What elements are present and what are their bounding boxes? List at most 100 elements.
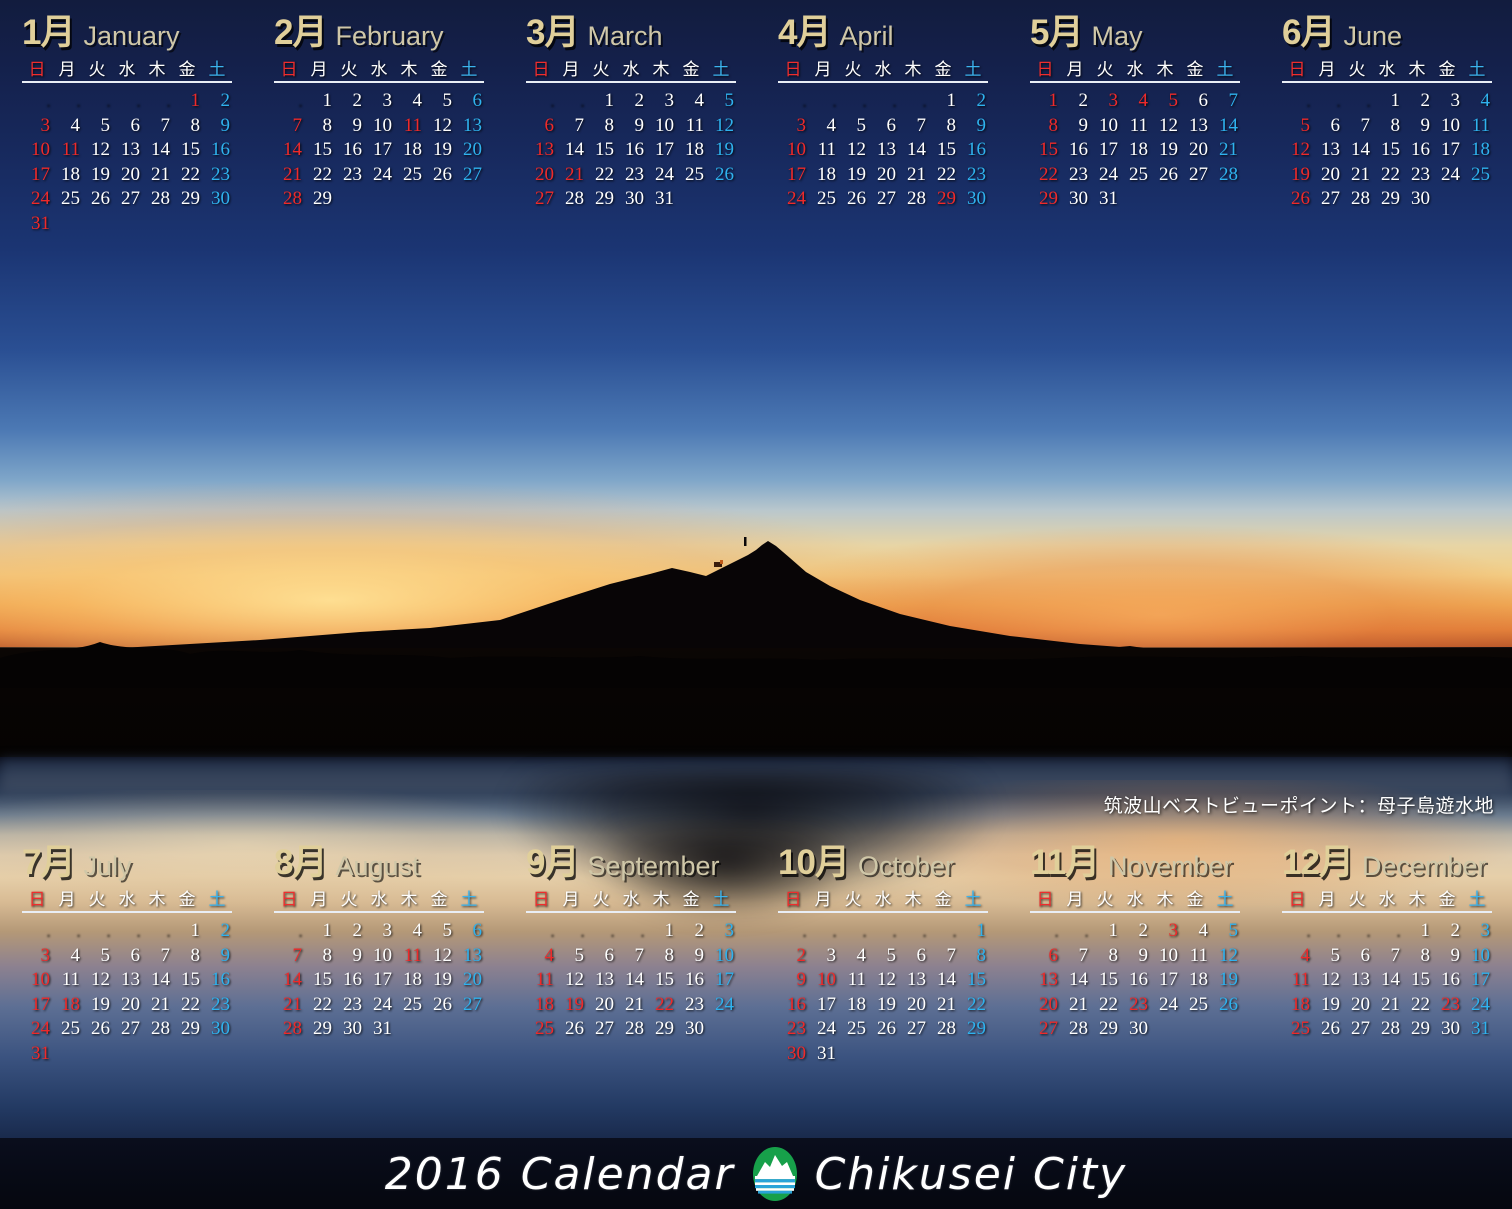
day-cell: 31 [31, 212, 50, 234]
weekday-header-sat: 土 [460, 60, 478, 79]
day-cell: 2 [352, 920, 363, 941]
day-cell: 14 [1069, 969, 1088, 990]
day-cell: 11 [1129, 114, 1148, 136]
day-cell-empty: . [951, 920, 956, 941]
day-cell: 22 [655, 993, 674, 1015]
day-cell: 16 [967, 139, 986, 160]
day-cell: 15 [655, 969, 674, 990]
day-cell: 18 [403, 969, 422, 990]
month-block-december: 12月 December 日月火水木金土.... 1 2 3 4 5 6 7 8 9 10 11 12 13 1… [1260, 838, 1512, 1066]
day-cell: 18 [817, 163, 836, 185]
day-cell: 8 [1048, 114, 1059, 136]
day-cell: 4 [1198, 920, 1209, 941]
month-number-label: 5月 [1030, 13, 1083, 52]
day-cell: 6 [1360, 944, 1371, 966]
month-english-label: December [1361, 851, 1487, 881]
day-cell: 25 [403, 163, 422, 185]
day-cell: 18 [685, 139, 704, 160]
weekday-header-wd: 月 [562, 60, 580, 79]
day-cell: 12 [433, 114, 452, 136]
day-cell: 14 [565, 139, 584, 160]
day-grid: ..... 1 2 3 4 5 6 7 8 9 10 11 12 13 14 15 16 17 18 19 20 21 22… [22, 89, 232, 236]
day-cell: 13 [1321, 139, 1340, 160]
day-cell: 30 [967, 188, 986, 209]
day-cell: 15 [595, 139, 614, 160]
day-cell: 16 [1411, 139, 1430, 160]
day-cell-empty: . [1305, 920, 1310, 941]
day-cell: 9 [220, 944, 231, 966]
day-cell: 15 [181, 969, 200, 990]
day-cell: 15 [1411, 969, 1430, 990]
day-cell: 19 [433, 139, 452, 160]
day-cell: 21 [565, 163, 584, 185]
day-cell: 3 [1480, 920, 1491, 941]
day-cell: 12 [715, 114, 734, 136]
day-cell: 30 [211, 188, 230, 209]
weekday-header-wd: 月 [1066, 890, 1084, 909]
month-english-label: January [83, 21, 180, 51]
day-cell: 18 [1189, 969, 1208, 990]
weekday-header-sat: 土 [1216, 60, 1234, 79]
day-cell: 20 [907, 993, 926, 1015]
day-cell: 3 [1168, 920, 1179, 941]
day-cell: 29 [1411, 1018, 1430, 1039]
day-cell: 6 [604, 944, 615, 966]
day-grid: 1 2 3 4 5 6 7 8 9 10 11 12 13 14 15 16 17 18 19 20 21 22 23 24 2… [1030, 89, 1240, 212]
weekday-header-wd: 金 [934, 60, 952, 79]
day-cell: 2 [694, 920, 705, 941]
chikusei-city-logo-icon [751, 1146, 799, 1202]
day-cell: 15 [181, 139, 200, 160]
day-cell: 25 [685, 163, 704, 185]
day-cell: 15 [313, 969, 332, 990]
day-cell: 17 [31, 993, 50, 1015]
month-block-june: 6月 June 日月火水木金土... 1 2 3 4 5 6 7 8 9 10 11 12 13 14 15 16 1… [1260, 8, 1512, 236]
weekday-header-wd: 火 [592, 890, 610, 909]
day-cell: 3 [724, 920, 735, 941]
weekday-header-wd: 金 [934, 890, 952, 909]
weekday-header-wd: 金 [430, 60, 448, 79]
day-cell-empty: . [1335, 90, 1340, 111]
day-cell: 27 [121, 1018, 140, 1039]
day-cell: 1 [322, 920, 333, 941]
day-cell: 7 [1078, 944, 1089, 966]
day-cell: 13 [907, 969, 926, 990]
day-cell: 23 [1441, 993, 1460, 1015]
day-cell: 4 [1138, 90, 1149, 111]
day-cell: 24 [1159, 993, 1178, 1015]
day-cell: 1 [322, 90, 333, 111]
day-cell: 9 [976, 114, 987, 136]
weekday-header-sun: 日 [28, 60, 46, 79]
day-cell: 6 [1048, 944, 1059, 966]
day-cell-empty: . [921, 90, 926, 111]
day-cell: 19 [433, 969, 452, 990]
weekday-header-wd: 金 [682, 890, 700, 909]
day-cell: 3 [826, 944, 837, 966]
day-cell-empty: . [135, 920, 140, 941]
day-cell: 28 [151, 188, 170, 209]
day-grid: .. 1 2 3 4 5 6 7 8 9 10 11 12 13 14 15 16 17 18 19 20 21 22 23 2… [526, 89, 736, 212]
day-cell: 10 [787, 139, 806, 160]
day-cell: 17 [1441, 139, 1460, 160]
weekday-header-wd: 金 [1186, 890, 1204, 909]
day-cell: 1 [976, 920, 987, 941]
month-block-july: 7月 July 日月火水木金土..... 1 2 3 4 5 6 7 8 9 10 11 12 13 14 15 1… [0, 838, 252, 1066]
day-cell: 9 [1078, 114, 1089, 136]
day-cell: 16 [343, 969, 362, 990]
day-cell: 25 [1291, 1018, 1310, 1039]
day-cell-empty: . [165, 920, 170, 941]
day-cell: 8 [1420, 944, 1431, 966]
day-cell: 10 [1441, 114, 1460, 136]
footer-city-label: Chikusei City [814, 1148, 1128, 1200]
day-cell: 26 [1291, 188, 1310, 209]
weekday-header-row: 日月火水木金土 [274, 60, 484, 83]
day-cell: 20 [463, 139, 482, 160]
day-cell: 10 [373, 114, 392, 136]
day-cell: 10 [1471, 944, 1490, 966]
day-cell: 26 [433, 163, 452, 185]
day-cell: 1 [1048, 90, 1059, 111]
day-cell: 11 [403, 114, 422, 136]
month-header: 7月 July [22, 838, 252, 880]
day-cell: 21 [625, 993, 644, 1015]
day-cell: 30 [1129, 1018, 1148, 1039]
day-cell: 5 [856, 114, 867, 136]
